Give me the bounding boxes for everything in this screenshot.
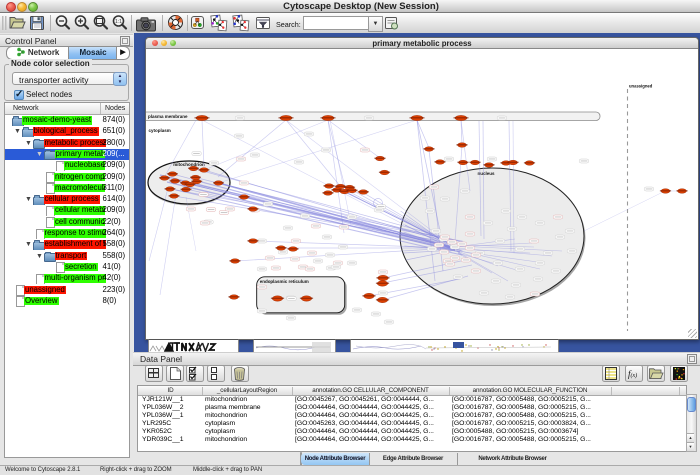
svg-text:mitochondrion: mitochondrion [173, 162, 205, 167]
svg-text:1:1: 1:1 [115, 19, 122, 25]
svg-text:plasma membrane: plasma membrane [148, 114, 188, 119]
svg-text:cytoplasm: cytoplasm [149, 128, 171, 133]
svg-text:unassigned: unassigned [629, 84, 653, 89]
svg-text:endoplasmic reticulum: endoplasmic reticulum [260, 279, 309, 284]
